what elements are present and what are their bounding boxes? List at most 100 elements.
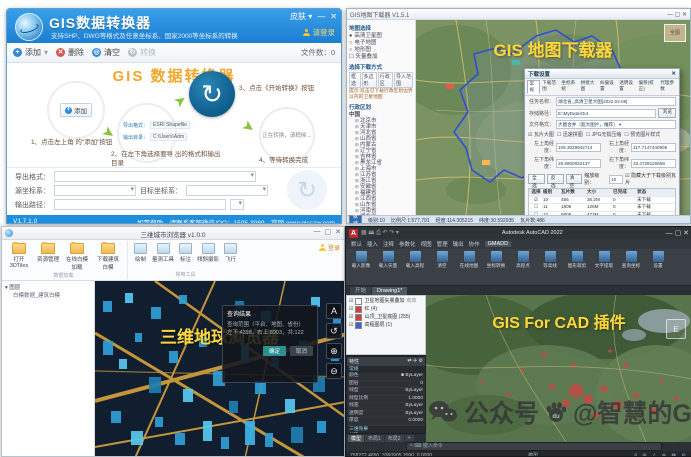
select-invert-button[interactable]: 反选	[547, 174, 564, 184]
save-path-input[interactable]: E:\MyData\Out	[556, 109, 656, 118]
ribbon-button[interactable]: 载入高程	[403, 251, 427, 269]
mode-button[interactable]: 导入范围	[394, 72, 413, 88]
ribbon-button[interactable]: 资源管理	[37, 243, 59, 263]
dialog-tab[interactable]: 透明设置	[618, 80, 636, 94]
ribbon-button[interactable]: 载入矢量	[376, 251, 400, 269]
command-input[interactable]: × ⌨ 键入命令	[406, 442, 662, 451]
property-row[interactable]: 厚度0.0000	[347, 418, 425, 426]
table-row[interactable]: ☑ 10 486 36.2M 0 未下载	[529, 197, 675, 205]
ribbon-button[interactable]: 坐标转换	[484, 251, 508, 269]
dialog-checkbox[interactable]: ☐ 预览图片样式	[624, 131, 660, 138]
clear-button[interactable]: ◎ 清空	[92, 47, 120, 58]
layer-checkbox[interactable]: ☑	[349, 321, 353, 329]
task-name-input[interactable]: 湖北省_高清卫星大图[2022.02.08]	[556, 97, 676, 106]
tree-root-layers[interactable]: ▾ 图层	[5, 283, 91, 291]
mode-button[interactable]: 行政区	[378, 72, 393, 88]
ribbon-button[interactable]: 绘制	[134, 243, 147, 263]
scene-tool-button[interactable]: A	[326, 303, 342, 319]
row-checkbox[interactable]: ☐	[529, 212, 543, 216]
tab-new-layout[interactable]: +	[405, 435, 414, 441]
layer-checkbox[interactable]: ☑	[349, 297, 353, 305]
tab-drawing1[interactable]: Drawing1*	[372, 287, 407, 295]
map-canvas[interactable]: GIS 地图下载器 全图 下载设置 ✕ 常规 下载范围 坐标系统 拼接大图 纠偏…	[416, 20, 690, 215]
select-clear-button[interactable]: 清空	[566, 174, 583, 184]
property-row[interactable]: 透明度ByLayer	[347, 411, 425, 419]
tab-model[interactable]: 模型	[348, 435, 364, 442]
right-top-lon-input[interactable]: 117.7147440906	[631, 143, 676, 152]
minimize-button[interactable]: —	[317, 12, 325, 21]
dialog-tab[interactable]: 偏移(校正)	[637, 80, 658, 94]
tab-layout2[interactable]: 布局2	[385, 435, 404, 442]
start-convert-button[interactable]: ↻	[189, 71, 235, 117]
tab-view[interactable]: 视图	[421, 240, 432, 248]
map-type-radio[interactable]: ○电子地图	[349, 40, 413, 47]
mode-button[interactable]: 框选	[349, 72, 361, 88]
layer-checkbox[interactable]: ☑	[349, 313, 353, 321]
ribbon-button[interactable]: 倾斜摄影	[197, 243, 219, 263]
left-bottom-lat-input[interactable]: 28.9800932137	[556, 159, 601, 168]
close-button[interactable]: ✕	[330, 12, 337, 21]
section-3d[interactable]: 三维效果	[347, 426, 425, 433]
layer-row[interactable]: ☑ 高程图层 (1)	[349, 321, 423, 329]
popup-cancel-button[interactable]: 取消	[290, 346, 313, 356]
ribbon-button[interactable]: 载入影像	[349, 251, 373, 269]
dialog-tab[interactable]: 下载范围	[541, 80, 559, 94]
source-crs-select[interactable]	[54, 185, 136, 196]
add-dropdown[interactable]: ▾	[44, 48, 48, 57]
downloader-titlebar[interactable]: GIS地图下载器 V1.5.1 — ▢ ✕	[347, 9, 690, 20]
start-convert-big-button[interactable]: ↻	[287, 170, 327, 210]
table-row[interactable]: ☐ 12 6808 473M 0 未下载	[529, 212, 675, 216]
target-crs-select[interactable]	[186, 185, 268, 196]
dialog-checkbox[interactable]: ☐ 迅速拼图	[557, 131, 583, 138]
step1-add-button[interactable]: + 添加	[60, 103, 92, 117]
mode-button[interactable]: 多边形	[362, 72, 377, 88]
row-checkbox[interactable]: ☑	[529, 197, 543, 204]
viewer-3d-scene[interactable]: 三维地球浏览器 查询结果 查询范围（平台、地图、省份） 左下:4398，右上:8…	[95, 281, 344, 457]
viewer-titlebar[interactable]: 三维城市浏览器 v1.0.0 — ▢ ✕	[2, 227, 344, 240]
row-checkbox[interactable]: ☐	[529, 204, 543, 211]
quick-access-toolbar[interactable]: ▦ 🖴 ⎙ ↶ ↷ ▾	[361, 228, 399, 238]
tab-insert[interactable]: 插入	[367, 240, 378, 248]
ribbon-button[interactable]: 文字提取	[592, 251, 616, 269]
tree-item-whitemodel[interactable]: 白模数据_建筑白模	[5, 291, 91, 299]
tab-start[interactable]: 开始	[350, 287, 371, 295]
close-button[interactable]: ✕	[335, 228, 341, 236]
layer-checkbox[interactable]: ☑	[349, 305, 353, 313]
ribbon-button[interactable]: 在线白模加载	[64, 243, 90, 271]
file-format-select[interactable]: 大图合并（超大图片，推荐） ▾	[556, 120, 676, 129]
ribbon-button[interactable]: 等高线	[538, 251, 562, 269]
ribbon-button[interactable]: 下载建筑白模	[95, 243, 121, 271]
zoom-level-input[interactable]: 10	[609, 175, 623, 184]
window-controls[interactable]: — ▢ ✕	[667, 11, 687, 18]
dialog-tab[interactable]: 坐标系统	[560, 80, 578, 94]
cad-titlebar[interactable]: A ▦ 🖴 ⎙ ↶ ↷ ▾ Autodesk AutoCAD 2022 — ▢ …	[346, 227, 691, 239]
ribbon-button[interactable]: 打开3DTiles	[6, 243, 32, 269]
dialog-tab[interactable]: 常规	[527, 80, 540, 94]
map-type-radio[interactable]: ●高清卫星图	[349, 33, 413, 40]
property-row[interactable]: 线型比例1.0000	[347, 396, 425, 404]
ribbon-button[interactable]: 高程点	[511, 251, 535, 269]
table-row[interactable]: ☐ 11 1806 128M 0 未下载	[529, 204, 675, 212]
window-controls[interactable]: — ▢ ✕	[666, 229, 689, 237]
ribbon-button[interactable]: 设置	[646, 251, 670, 269]
ribbon-button[interactable]: 在线地图	[457, 251, 481, 269]
right-bottom-lat-input[interactable]: 33.4729120658	[631, 159, 676, 168]
browse-button[interactable]: 浏览	[658, 108, 676, 118]
login-link[interactable]: 请登录	[303, 27, 336, 38]
ribbon-button[interactable]: 查询坐标	[619, 251, 643, 269]
dialog-tab[interactable]: 代理参数	[659, 80, 677, 94]
viewcube-control[interactable]: E	[666, 319, 686, 339]
popup-ok-button[interactable]: 确定	[263, 346, 286, 356]
layer-row[interactable]: ☑ 卫星地图矢量叠加 有效	[349, 297, 423, 305]
dialog-checkbox[interactable]: ☐ JPG无损压缩	[586, 131, 622, 138]
export-format-select[interactable]	[54, 171, 256, 182]
output-path-input[interactable]	[54, 199, 226, 210]
viewer-login[interactable]: 登录	[319, 243, 340, 252]
map-type-radio[interactable]: ○地形图	[349, 47, 413, 54]
autocad-logo-icon[interactable]: A	[349, 229, 358, 238]
property-row[interactable]: 图层0	[347, 381, 425, 389]
maximize-button[interactable]: ▢	[325, 228, 332, 236]
property-row[interactable]: 线宽ByLayer	[347, 403, 425, 411]
tab-default[interactable]: 默认	[351, 240, 362, 248]
skin-menu[interactable]: 皮肤 ▾	[290, 11, 312, 22]
